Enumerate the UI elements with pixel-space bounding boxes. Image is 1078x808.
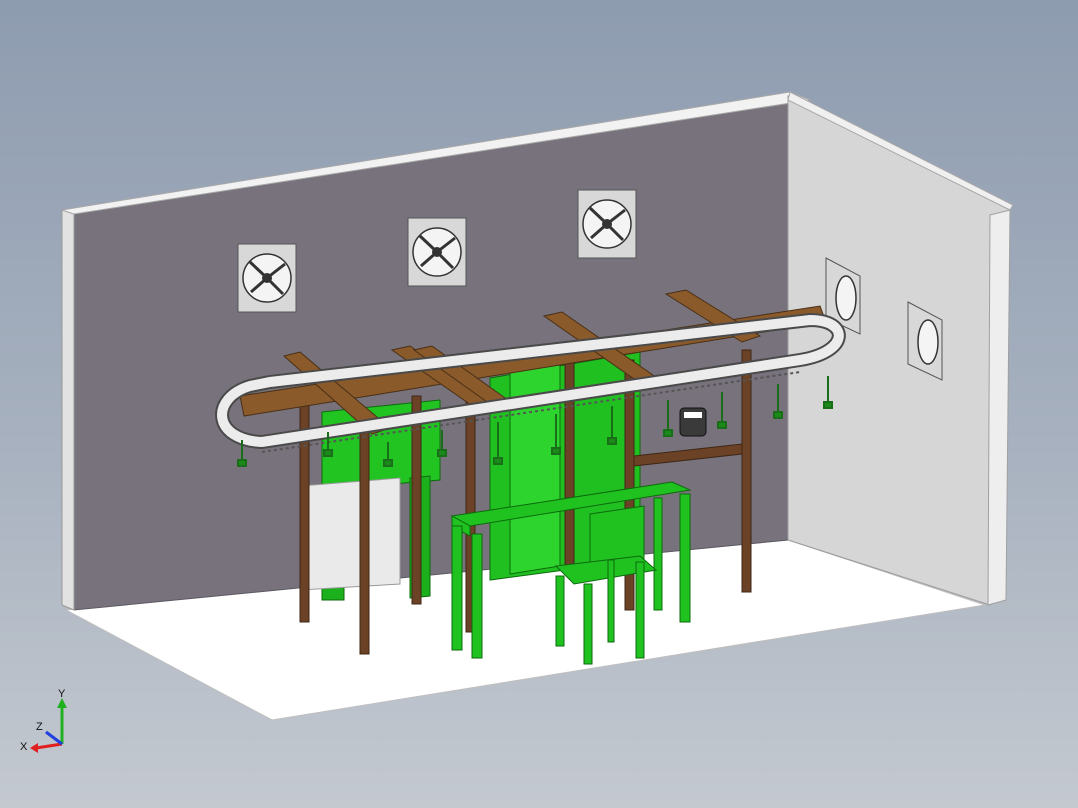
window-fan-icon <box>407 217 467 287</box>
coordinate-triad: Y Z X <box>20 688 67 753</box>
cad-graphics-viewport[interactable]: Y Z X <box>0 0 1078 808</box>
left-wall-edge <box>61 209 75 611</box>
z-axis-label: Z <box>36 721 43 733</box>
x-axis-arrowhead <box>30 743 38 753</box>
model-scene[interactable] <box>0 0 1078 808</box>
z-axis-arrow <box>45 730 63 746</box>
x-axis-arrow <box>35 742 63 750</box>
right-wall-front-edge <box>987 209 1011 606</box>
x-axis-label: X <box>20 741 28 753</box>
window-fan-icon <box>577 189 637 259</box>
y-axis-label: Y <box>58 688 66 700</box>
window-fan-icon <box>237 243 297 313</box>
conveyor-motor-icon <box>679 407 707 437</box>
